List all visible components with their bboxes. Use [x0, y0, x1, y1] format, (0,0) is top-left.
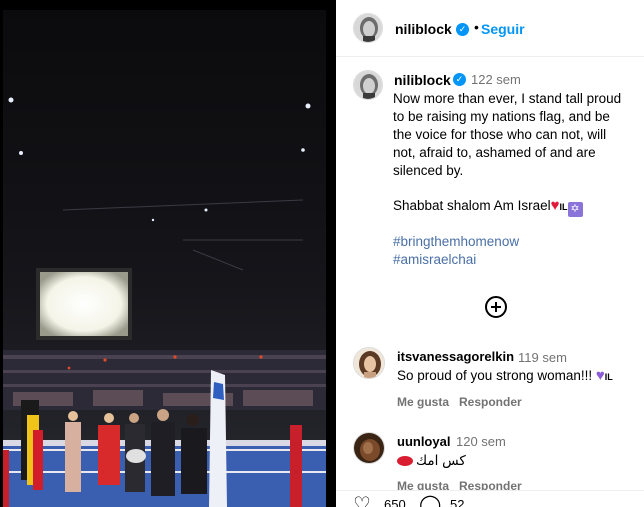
hashtag-bringthemhomenow[interactable]: #bringthemhomenow: [393, 234, 519, 249]
caption-line-2: to be raising my nations flag, and be: [393, 109, 610, 124]
header-username[interactable]: niliblock: [395, 21, 452, 37]
author-avatar-image: [354, 14, 382, 42]
caption-avatar-image: [354, 71, 382, 99]
comment-2-timestamp[interactable]: 120 sem: [456, 434, 506, 449]
comment-1-text: So proud of you strong woman!!!: [397, 368, 593, 383]
comment-icon[interactable]: ◯: [419, 495, 441, 507]
heart-icon[interactable]: ♡: [353, 495, 371, 507]
caption-username[interactable]: niliblock: [394, 72, 451, 88]
israel-flag-emoji: IL: [559, 202, 568, 212]
verified-badge-icon: ✓: [456, 23, 469, 36]
comment-1-timestamp[interactable]: 119 sem: [518, 350, 567, 365]
caption-shabbat-line: Shabbat shalom Am Israel♥IL ✡: [393, 197, 583, 217]
likes-count[interactable]: 650: [384, 497, 406, 507]
red-heart-icon: ♥: [550, 197, 560, 214]
separator-dot: •: [474, 19, 479, 35]
post-media[interactable]: [0, 0, 336, 507]
comment-1-like-link[interactable]: Me gusta: [397, 395, 449, 409]
comment-2-line: كس امك: [397, 452, 466, 470]
hashtag-amisraelchai[interactable]: #amisraelchai: [393, 252, 476, 267]
comment-avatar-2-image: [354, 433, 384, 463]
comment-avatar-1[interactable]: [353, 347, 385, 379]
arena-video-frame[interactable]: [3, 10, 326, 507]
comment-1-line: So proud of you strong woman!!! ♥IL: [397, 367, 613, 386]
comment-2-text: كس امك: [416, 453, 466, 468]
caption-line-4: not, afraid to, ashamed of and are: [393, 145, 596, 160]
caption-verified-badge-icon: ✓: [453, 73, 466, 86]
comment-1-reply-link[interactable]: Responder: [459, 395, 522, 409]
author-avatar[interactable]: [353, 13, 383, 43]
comment-avatar-1-image: [354, 348, 384, 378]
shabbat-text: Shabbat shalom Am Israel: [393, 198, 551, 213]
action-bar: ♡ 650 ◯ 52: [336, 490, 644, 507]
post-header: niliblock ✓ • Seguir: [336, 0, 644, 57]
lips-emoji-icon: [397, 456, 413, 466]
caption-line-3: the voice for those who can not, will: [393, 127, 607, 142]
comment-1-israel-flag-emoji: IL: [604, 372, 613, 382]
star-of-david-icon: ✡: [567, 202, 583, 217]
comment-2-username[interactable]: uunloyal: [397, 434, 450, 449]
comments-count[interactable]: 52: [450, 497, 464, 507]
caption-line-1: Now more than ever, I stand tall proud: [393, 91, 622, 106]
caption-timestamp[interactable]: 122 sem: [471, 72, 521, 87]
caption-line-5: silenced by.: [393, 163, 464, 178]
caption-author-avatar[interactable]: [353, 70, 383, 100]
load-more-comments-plus-icon[interactable]: [485, 296, 507, 318]
arena-scene-image: [3, 10, 326, 507]
purple-heart-icon: ♥: [595, 367, 605, 384]
comment-avatar-2[interactable]: [353, 432, 385, 464]
follow-button[interactable]: Seguir: [481, 21, 525, 37]
comment-1-username[interactable]: itsvanessagorelkin: [397, 349, 514, 364]
post-side-panel: niliblock ✓ • Seguir niliblock ✓ 122 sem…: [336, 0, 644, 507]
